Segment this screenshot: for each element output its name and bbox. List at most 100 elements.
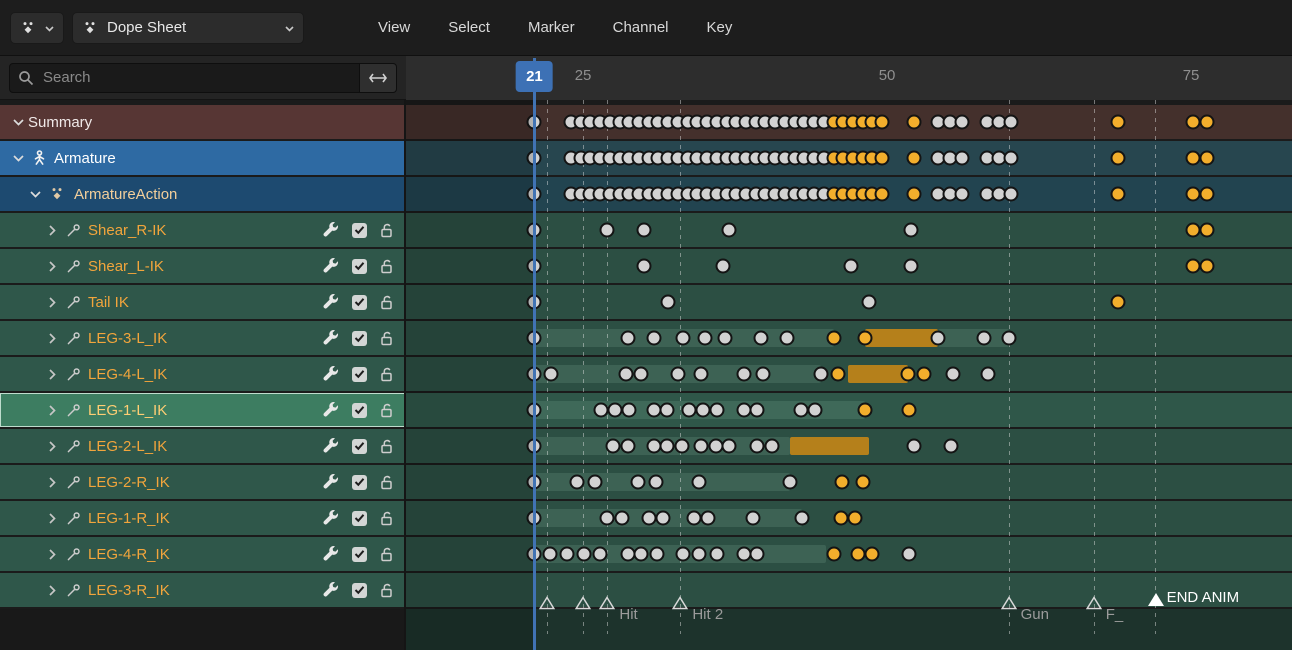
- menu-select[interactable]: Select: [448, 19, 490, 36]
- keyframe[interactable]: [1003, 114, 1019, 130]
- channel-leg-1-l-ik[interactable]: LEG-1-L_IK: [0, 393, 406, 427]
- keyframe[interactable]: [954, 186, 970, 202]
- keyframe-selected[interactable]: [900, 366, 916, 382]
- keyframe[interactable]: [670, 366, 686, 382]
- unlock-icon[interactable]: [380, 439, 393, 454]
- unlock-icon[interactable]: [380, 511, 393, 526]
- channel-enabled-checkbox[interactable]: [352, 582, 367, 598]
- keyframe[interactable]: [646, 330, 662, 346]
- keyframe-track-leg-1-r-ik[interactable]: [406, 501, 1292, 535]
- keyframe-selected[interactable]: [874, 186, 890, 202]
- keyframe[interactable]: [717, 330, 733, 346]
- keyframe[interactable]: [782, 474, 798, 490]
- keyframe-selected[interactable]: [834, 474, 850, 490]
- channel-enabled-checkbox[interactable]: [352, 474, 367, 490]
- keyframe[interactable]: [543, 366, 559, 382]
- channel-leg-2-r-ik[interactable]: LEG-2-R_IK: [0, 465, 406, 499]
- keyframe[interactable]: [976, 330, 992, 346]
- keyframe[interactable]: [906, 438, 922, 454]
- keyframe[interactable]: [686, 510, 702, 526]
- keyframe-selected[interactable]: [1110, 150, 1126, 166]
- keyframe[interactable]: [709, 546, 725, 562]
- keyframe-track-leg-2-r-ik[interactable]: [406, 465, 1292, 499]
- chevron-right-icon[interactable]: [44, 224, 60, 236]
- channel-leg-4-l-ik[interactable]: LEG-4-L_IK: [0, 357, 406, 391]
- keyframe-track-tail-ik[interactable]: [406, 285, 1292, 319]
- keyframe[interactable]: [660, 294, 676, 310]
- keyframe[interactable]: [649, 546, 665, 562]
- keyframe[interactable]: [794, 510, 810, 526]
- keyframe[interactable]: [607, 402, 623, 418]
- keyframe-selected[interactable]: [1199, 222, 1215, 238]
- keyframe[interactable]: [901, 546, 917, 562]
- keyframe-selected[interactable]: [901, 402, 917, 418]
- keyframe-selected[interactable]: [874, 114, 890, 130]
- keyframe-selected[interactable]: [916, 366, 932, 382]
- wrench-icon[interactable]: [323, 330, 339, 346]
- menu-marker[interactable]: Marker: [528, 19, 575, 36]
- keyframe[interactable]: [745, 510, 761, 526]
- chevron-right-icon[interactable]: [44, 584, 60, 596]
- wrench-icon[interactable]: [323, 294, 339, 310]
- chevron-right-icon[interactable]: [44, 440, 60, 452]
- keyframe[interactable]: [693, 438, 709, 454]
- keyframe-track-leg-1-l-ik[interactable]: [406, 393, 1292, 427]
- marker-triangle-selected-icon[interactable]: [1147, 592, 1165, 607]
- keyframe[interactable]: [648, 474, 664, 490]
- keyframe-track-armature[interactable]: [406, 141, 1292, 175]
- wrench-icon[interactable]: [323, 222, 339, 238]
- keyframe[interactable]: [1001, 330, 1017, 346]
- marker-triangle-icon[interactable]: [1085, 596, 1102, 610]
- keyframe-track-leg-4-r-ik[interactable]: [406, 537, 1292, 571]
- keyframe-selected[interactable]: [1199, 258, 1215, 274]
- keyframe[interactable]: [721, 438, 737, 454]
- keyframe-track-summary[interactable]: [406, 105, 1292, 139]
- menu-channel[interactable]: Channel: [613, 19, 669, 36]
- marker-triangle-icon[interactable]: [1000, 596, 1017, 610]
- keyframe[interactable]: [943, 438, 959, 454]
- channel-leg-3-r-ik[interactable]: LEG-3-R_IK: [0, 573, 406, 607]
- chevron-right-icon[interactable]: [44, 296, 60, 308]
- keyframe[interactable]: [633, 546, 649, 562]
- keyframe[interactable]: [675, 330, 691, 346]
- channel-enabled-checkbox[interactable]: [352, 222, 367, 238]
- channel-armature[interactable]: Armature: [0, 141, 406, 175]
- chevron-right-icon[interactable]: [44, 404, 60, 416]
- menu-key[interactable]: Key: [707, 19, 733, 36]
- keyframe[interactable]: [700, 510, 716, 526]
- keyframe[interactable]: [620, 438, 636, 454]
- keyframe[interactable]: [559, 546, 575, 562]
- channel-enabled-checkbox[interactable]: [352, 294, 367, 310]
- keyframe[interactable]: [675, 546, 691, 562]
- keyframe[interactable]: [1003, 150, 1019, 166]
- chevron-right-icon[interactable]: [44, 368, 60, 380]
- channel-shear-r-ik[interactable]: Shear_R-IK: [0, 213, 406, 247]
- keyframe[interactable]: [620, 330, 636, 346]
- keyframe[interactable]: [618, 366, 634, 382]
- keyframe-selected[interactable]: [826, 330, 842, 346]
- keyframe[interactable]: [843, 258, 859, 274]
- keyframe[interactable]: [576, 546, 592, 562]
- keyframe[interactable]: [697, 330, 713, 346]
- keyframe[interactable]: [903, 258, 919, 274]
- keyframe-track-shear-l-ik[interactable]: [406, 249, 1292, 283]
- marker-region[interactable]: [406, 609, 1292, 650]
- playhead[interactable]: [532, 58, 536, 650]
- keyframe-selected[interactable]: [906, 186, 922, 202]
- keyframe[interactable]: [569, 474, 585, 490]
- keyframe[interactable]: [749, 402, 765, 418]
- wrench-icon[interactable]: [323, 258, 339, 274]
- keyframe-selected[interactable]: [1110, 294, 1126, 310]
- keyframe-selected[interactable]: [1199, 150, 1215, 166]
- keyframe[interactable]: [721, 222, 737, 238]
- keyframe[interactable]: [621, 402, 637, 418]
- selected-hold-bar[interactable]: [789, 437, 869, 455]
- keyframe[interactable]: [587, 474, 603, 490]
- chevron-down-icon[interactable]: [27, 190, 43, 198]
- channel-enabled-checkbox[interactable]: [352, 258, 367, 274]
- keyframe[interactable]: [636, 222, 652, 238]
- keyframe[interactable]: [753, 330, 769, 346]
- keyframe[interactable]: [793, 402, 809, 418]
- keyframe-selected[interactable]: [826, 546, 842, 562]
- keyframe[interactable]: [693, 366, 709, 382]
